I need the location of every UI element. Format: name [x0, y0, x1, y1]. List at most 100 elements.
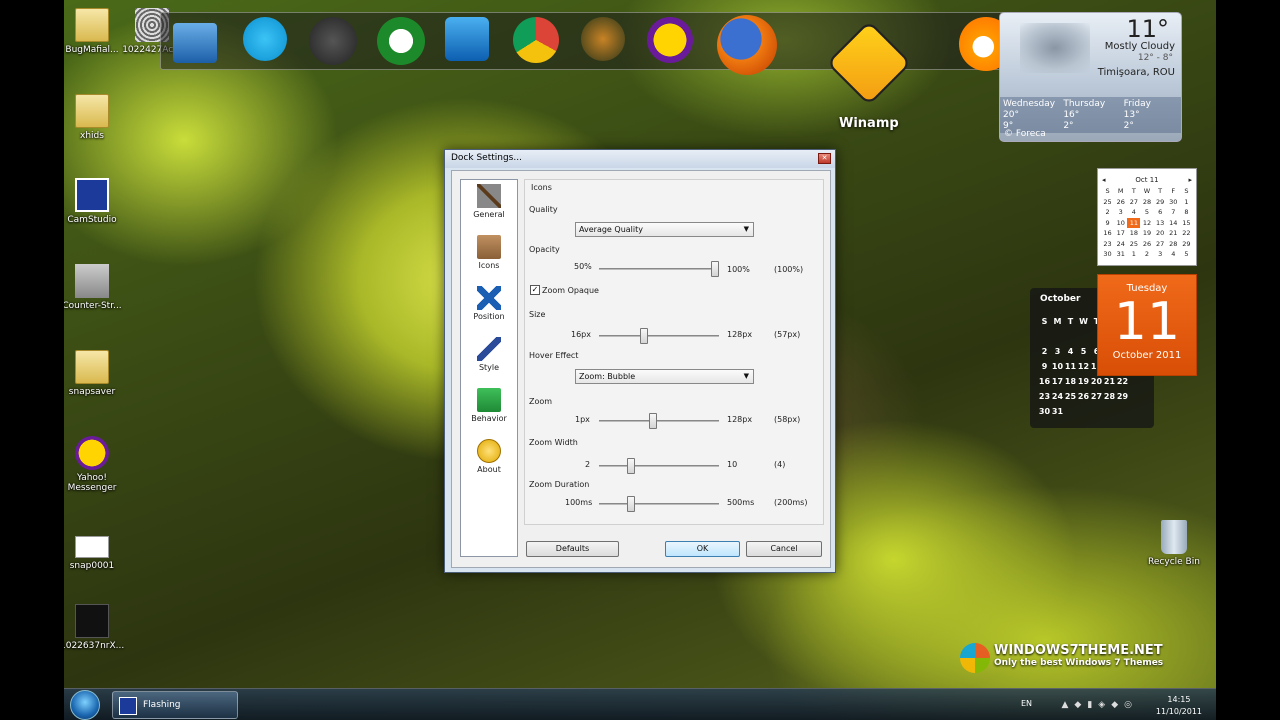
calendar-day-cell[interactable]: 23 — [1101, 239, 1114, 250]
zoom-width-slider[interactable] — [599, 465, 719, 467]
calendar-day-cell[interactable]: 2 — [1038, 344, 1051, 359]
calendar-day-cell[interactable]: 12 — [1140, 218, 1153, 229]
desktop-icon-xhids[interactable]: xhids — [64, 94, 124, 141]
skype-icon[interactable] — [243, 17, 287, 61]
desktop-icon-camstudio[interactable]: CamStudio — [64, 178, 124, 225]
calendar-day-cell[interactable] — [1051, 329, 1064, 344]
pencil-icon[interactable] — [581, 17, 625, 61]
cancel-button[interactable]: Cancel — [746, 541, 822, 557]
calendar-day-cell[interactable]: 3 — [1051, 344, 1064, 359]
calendar-day-cell[interactable]: 13 — [1154, 218, 1167, 229]
zoom-duration-slider-thumb[interactable] — [627, 496, 635, 512]
clock[interactable]: 14:15 11/10/2011 — [1156, 694, 1202, 718]
calendar-day-cell[interactable]: 10 — [1114, 218, 1127, 229]
calendar-day-cell[interactable]: 30 — [1167, 197, 1180, 208]
calendar-day-cell[interactable] — [1116, 404, 1129, 419]
calendar-day-cell[interactable]: 28 — [1140, 197, 1153, 208]
calendar-day-cell[interactable] — [1064, 329, 1077, 344]
calendar-day-cell[interactable] — [1090, 404, 1103, 419]
zoom-opaque-checkbox[interactable]: ✓ — [530, 285, 540, 295]
zoom-width-slider-thumb[interactable] — [627, 458, 635, 474]
calendar-day-cell[interactable]: 21 — [1103, 374, 1116, 389]
computer-icon[interactable] — [173, 23, 217, 63]
calendar-day-cell[interactable]: 29 — [1180, 239, 1193, 250]
size-slider[interactable] — [599, 335, 719, 337]
calendar-day-cell[interactable]: 25 — [1064, 389, 1077, 404]
desktop-icon-counter-strike[interactable]: Counter-Str... — [64, 264, 124, 311]
calendar-day-cell[interactable]: 26 — [1114, 197, 1127, 208]
calendar-day-cell[interactable]: 17 — [1051, 374, 1064, 389]
close-icon[interactable]: ✕ — [818, 153, 831, 164]
nav-general[interactable]: General — [461, 184, 517, 219]
calendar-day-cell[interactable]: 4 — [1127, 207, 1140, 218]
calendar-day-cell[interactable]: 29 — [1154, 197, 1167, 208]
calendar-day-cell[interactable]: 4 — [1064, 344, 1077, 359]
desktop-icon-snap0001[interactable]: snap0001 — [64, 530, 124, 571]
calendar-day-cell[interactable]: 1 — [1127, 249, 1140, 260]
calendar-day-cell[interactable]: 16 — [1038, 374, 1051, 389]
calendar-day-cell[interactable] — [1077, 404, 1090, 419]
calendar-month-gadget[interactable]: ◂ Oct 11 ▸ S M T W T F S 25 26 27 28 29 30 1 2 3 4 5 6 7 8 9 1… — [1097, 168, 1197, 266]
calendar-day-cell[interactable]: 2 — [1140, 249, 1153, 260]
size-slider-thumb[interactable] — [640, 328, 648, 344]
calendar-day-cell[interactable]: 8 — [1180, 207, 1193, 218]
calendar-day-cell[interactable]: 26 — [1140, 239, 1153, 250]
hover-effect-select[interactable]: Zoom: Bubble ▼ — [575, 369, 754, 384]
taskbar-item-flashing[interactable]: Flashing — [112, 691, 238, 719]
calendar-day-cell[interactable]: 6 — [1154, 207, 1167, 218]
winamp-icon[interactable] — [826, 20, 912, 106]
calendar-day-cell[interactable]: 5 — [1077, 344, 1090, 359]
tray-icons[interactable]: ▲◆▮◈◆◎ — [1062, 700, 1139, 710]
calendar-day-cell[interactable]: 28 — [1167, 239, 1180, 250]
calendar-day-cell[interactable]: 12 — [1077, 359, 1090, 374]
calendar-day-cell[interactable]: 27 — [1090, 389, 1103, 404]
calendar-day-cell[interactable]: 3 — [1114, 207, 1127, 218]
calendar-day-cell[interactable]: 16 — [1101, 228, 1114, 239]
calendar-day-cell[interactable] — [1077, 329, 1090, 344]
calendar-day-cell[interactable]: 19 — [1077, 374, 1090, 389]
calendar-day-cell[interactable]: 15 — [1180, 218, 1193, 229]
start-button[interactable] — [70, 690, 100, 720]
calendar-day-cell[interactable]: 18 — [1127, 228, 1140, 239]
weather-gadget[interactable]: 11° Mostly Cloudy 12° - 8° Timişoara, RO… — [999, 12, 1182, 142]
calendar-day-cell[interactable]: 25 — [1127, 239, 1140, 250]
chrome-icon[interactable] — [513, 17, 559, 63]
firefox-icon[interactable] — [717, 15, 777, 75]
calendar-day-cell[interactable]: 24 — [1051, 389, 1064, 404]
calendar-day-cell[interactable]: 26 — [1077, 389, 1090, 404]
calendar-day-cell[interactable]: 28 — [1103, 389, 1116, 404]
desktop-icon-recycle-bin[interactable]: Recycle Bin — [1142, 520, 1206, 567]
calendar-day-cell[interactable]: 5 — [1180, 249, 1193, 260]
calendar-day-cell[interactable]: 4 — [1167, 249, 1180, 260]
nav-position[interactable]: Position — [461, 286, 517, 321]
calendar-day-cell[interactable]: 22 — [1180, 228, 1193, 239]
calendar-day-cell[interactable]: 9 — [1038, 359, 1051, 374]
calendar-day-cell[interactable]: 27 — [1127, 197, 1140, 208]
zoom-slider[interactable] — [599, 420, 719, 422]
nav-about[interactable]: About — [461, 439, 517, 474]
calendar-day-cell[interactable]: 21 — [1167, 228, 1180, 239]
utorrent-icon[interactable] — [377, 17, 425, 65]
prev-month-icon[interactable]: ◂ — [1102, 176, 1106, 184]
calendar-day-cell[interactable]: 22 — [1116, 374, 1129, 389]
nav-style[interactable]: Style — [461, 337, 517, 372]
calendar-day-cell[interactable]: 14 — [1167, 218, 1180, 229]
calendar-day-cell[interactable]: 31 — [1051, 404, 1064, 419]
calendar-day-cell[interactable]: 31 — [1114, 249, 1127, 260]
opacity-slider-thumb[interactable] — [711, 261, 719, 277]
desktop-icon-bugmafia[interactable]: BugMafial... — [64, 8, 124, 55]
zoom-slider-thumb[interactable] — [649, 413, 657, 429]
teamviewer-icon[interactable] — [445, 17, 489, 61]
calendar-day-cell[interactable]: 18 — [1064, 374, 1077, 389]
language-indicator[interactable]: EN — [1021, 699, 1032, 708]
calendar-day-cell[interactable] — [1103, 404, 1116, 419]
desktop-icon-snapsaver[interactable]: snapsaver — [64, 350, 124, 397]
calendar-day-cell[interactable]: 5 — [1140, 207, 1153, 218]
calendar-day-cell[interactable]: 17 — [1114, 228, 1127, 239]
calendar-day-cell[interactable]: 10 — [1051, 359, 1064, 374]
next-month-icon[interactable]: ▸ — [1188, 176, 1192, 184]
calendar-day-cell[interactable]: 25 — [1101, 197, 1114, 208]
calendar-day-cell[interactable]: 19 — [1140, 228, 1153, 239]
calendar-day-cell[interactable]: 1 — [1180, 197, 1193, 208]
calendar-day-cell[interactable]: 7 — [1167, 207, 1180, 218]
